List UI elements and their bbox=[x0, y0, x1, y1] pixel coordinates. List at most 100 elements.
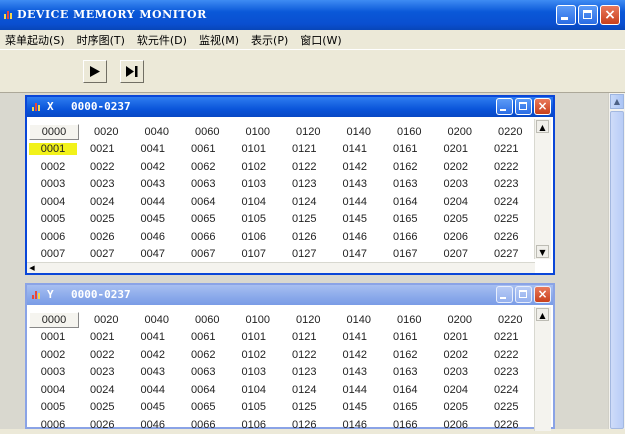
address-cell-first[interactable]: 0005 bbox=[29, 401, 77, 413]
address-cell[interactable]: 0166 bbox=[380, 231, 431, 243]
address-cell-first[interactable]: 0003 bbox=[29, 178, 77, 190]
monitor-x-vertical-scrollbar[interactable]: ▲ ▼ bbox=[534, 119, 551, 259]
address-cell[interactable]: 0102 bbox=[229, 161, 280, 173]
address-cell[interactable]: 0143 bbox=[330, 366, 381, 378]
address-cell-first[interactable]: 0005 bbox=[29, 213, 77, 225]
address-cell[interactable]: 0204 bbox=[431, 196, 482, 208]
address-cell[interactable]: 0020 bbox=[81, 314, 132, 326]
address-cell[interactable]: 0026 bbox=[77, 231, 128, 243]
minimize-button[interactable] bbox=[556, 5, 576, 25]
menu-device[interactable]: 软元件(D) bbox=[137, 32, 187, 48]
address-cell[interactable]: 0022 bbox=[77, 161, 128, 173]
address-cell[interactable]: 0067 bbox=[178, 248, 229, 260]
address-cell[interactable]: 0105 bbox=[229, 213, 280, 225]
address-cell[interactable]: 0223 bbox=[481, 366, 532, 378]
address-cell[interactable]: 0221 bbox=[481, 143, 532, 155]
address-cell[interactable]: 0100 bbox=[233, 126, 284, 138]
monitor-x-close-button[interactable]: × bbox=[534, 98, 551, 115]
address-cell[interactable]: 0101 bbox=[229, 331, 280, 343]
address-cell[interactable]: 0205 bbox=[431, 213, 482, 225]
address-cell[interactable]: 0100 bbox=[233, 314, 284, 326]
address-cell-first[interactable]: 0006 bbox=[29, 231, 77, 243]
address-cell[interactable]: 0141 bbox=[330, 331, 381, 343]
address-cell[interactable]: 0145 bbox=[330, 213, 381, 225]
address-cell[interactable]: 0103 bbox=[229, 366, 280, 378]
address-cell[interactable]: 0122 bbox=[279, 161, 330, 173]
address-cell[interactable]: 0106 bbox=[229, 231, 280, 243]
monitor-x-maximize-button[interactable] bbox=[515, 98, 532, 115]
address-cell[interactable]: 0101 bbox=[229, 143, 280, 155]
address-cell[interactable]: 0066 bbox=[178, 231, 229, 243]
address-cell[interactable]: 0021 bbox=[77, 331, 128, 343]
address-cell[interactable]: 0200 bbox=[435, 126, 486, 138]
address-cell[interactable]: 0160 bbox=[384, 314, 435, 326]
address-cell[interactable]: 0065 bbox=[178, 401, 229, 413]
address-cell[interactable]: 0165 bbox=[380, 401, 431, 413]
monitor-y-minimize-button[interactable] bbox=[496, 286, 513, 303]
address-cell[interactable]: 0140 bbox=[334, 126, 385, 138]
address-cell[interactable]: 0047 bbox=[128, 248, 179, 260]
address-cell[interactable]: 0065 bbox=[178, 213, 229, 225]
address-cell[interactable]: 0042 bbox=[128, 161, 179, 173]
address-cell[interactable]: 0121 bbox=[279, 143, 330, 155]
address-cell[interactable]: 0102 bbox=[229, 349, 280, 361]
address-cell[interactable]: 0120 bbox=[283, 126, 334, 138]
address-cell-first[interactable]: 0001 bbox=[29, 143, 77, 156]
step-button[interactable] bbox=[120, 60, 144, 83]
scroll-up-icon[interactable]: ▲ bbox=[536, 308, 549, 321]
address-cell-first[interactable]: 0007 bbox=[29, 248, 77, 260]
address-cell[interactable]: 0064 bbox=[178, 384, 229, 396]
monitor-y-close-button[interactable]: × bbox=[534, 286, 551, 303]
address-cell[interactable]: 0023 bbox=[77, 366, 128, 378]
address-cell[interactable]: 0041 bbox=[128, 143, 179, 155]
address-cell[interactable]: 0222 bbox=[481, 161, 532, 173]
address-cell[interactable]: 0221 bbox=[481, 331, 532, 343]
address-cell[interactable]: 0143 bbox=[330, 178, 381, 190]
address-cell-first[interactable]: 0001 bbox=[29, 331, 77, 343]
monitor-y-vertical-scrollbar[interactable]: ▲ bbox=[534, 307, 551, 431]
address-cell[interactable]: 0060 bbox=[182, 314, 233, 326]
address-cell[interactable]: 0200 bbox=[435, 314, 486, 326]
address-cell[interactable]: 0045 bbox=[128, 401, 179, 413]
scroll-up-icon[interactable]: ▲ bbox=[536, 120, 549, 133]
address-cell[interactable]: 0163 bbox=[380, 178, 431, 190]
address-cell[interactable]: 0165 bbox=[380, 213, 431, 225]
address-cell[interactable]: 0021 bbox=[77, 143, 128, 155]
address-cell[interactable]: 0224 bbox=[481, 384, 532, 396]
address-cell-first[interactable]: 0002 bbox=[29, 349, 77, 361]
address-cell[interactable]: 0043 bbox=[128, 366, 179, 378]
menu-display[interactable]: 表示(P) bbox=[251, 32, 288, 48]
address-cell[interactable]: 0125 bbox=[279, 213, 330, 225]
address-cell[interactable]: 0142 bbox=[330, 161, 381, 173]
address-cell[interactable]: 0223 bbox=[481, 178, 532, 190]
address-cell[interactable]: 0103 bbox=[229, 178, 280, 190]
address-cell[interactable]: 0203 bbox=[431, 178, 482, 190]
scroll-down-icon[interactable]: ▼ bbox=[536, 245, 549, 258]
address-cell[interactable]: 0201 bbox=[431, 143, 482, 155]
address-cell[interactable]: 0124 bbox=[279, 384, 330, 396]
address-cell[interactable]: 0222 bbox=[481, 349, 532, 361]
address-cell[interactable]: 0164 bbox=[380, 196, 431, 208]
address-cell[interactable]: 0063 bbox=[178, 366, 229, 378]
address-cell-first[interactable]: 0000 bbox=[29, 311, 79, 328]
monitor-window-x[interactable]: X 0000-0237 × 0000 0020 0040 0060 0100 0120 01… bbox=[25, 95, 555, 275]
scroll-left-icon[interactable]: ◀ bbox=[27, 263, 37, 273]
address-cell[interactable]: 0126 bbox=[279, 231, 330, 243]
address-cell[interactable]: 0064 bbox=[178, 196, 229, 208]
address-cell[interactable]: 0042 bbox=[128, 349, 179, 361]
address-cell[interactable]: 0023 bbox=[77, 178, 128, 190]
address-cell[interactable]: 0202 bbox=[431, 349, 482, 361]
address-cell[interactable]: 0161 bbox=[380, 143, 431, 155]
address-cell[interactable]: 0025 bbox=[77, 401, 128, 413]
menu-start[interactable]: 菜单起动(S) bbox=[5, 32, 65, 48]
address-cell[interactable]: 0144 bbox=[330, 384, 381, 396]
close-button[interactable]: × bbox=[600, 5, 620, 25]
address-cell[interactable]: 0040 bbox=[132, 126, 183, 138]
address-cell[interactable]: 0122 bbox=[279, 349, 330, 361]
menu-timing-chart[interactable]: 时序图(T) bbox=[77, 32, 125, 48]
address-cell[interactable]: 0162 bbox=[380, 349, 431, 361]
menu-window[interactable]: 窗口(W) bbox=[300, 32, 341, 48]
monitor-x-minimize-button[interactable] bbox=[496, 98, 513, 115]
address-cell[interactable]: 0045 bbox=[128, 213, 179, 225]
address-cell[interactable]: 0062 bbox=[178, 161, 229, 173]
